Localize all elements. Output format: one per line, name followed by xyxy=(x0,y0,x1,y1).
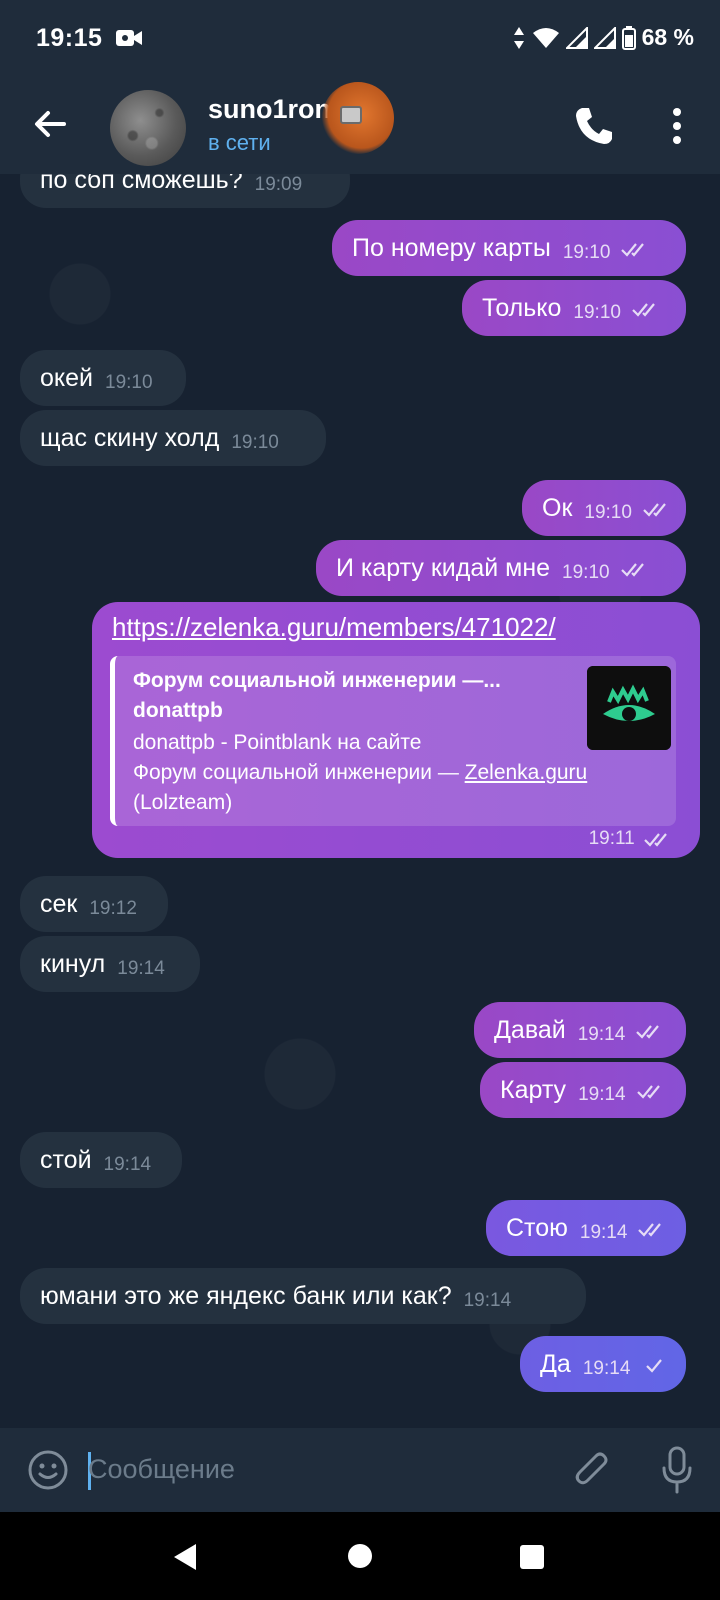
microphone-icon[interactable] xyxy=(660,1446,694,1494)
double-check-icon xyxy=(643,503,666,518)
message-incoming[interactable]: по сбп сможешь? 19:09 xyxy=(20,174,350,208)
data-arrows-icon xyxy=(513,26,524,49)
message-incoming[interactable]: кинул 19:14 xyxy=(20,936,200,992)
signal-icon-2 xyxy=(593,26,616,49)
message-outgoing-link[interactable]: https://zelenka.guru/members/471022/ Фор… xyxy=(92,602,700,858)
signal-icon xyxy=(565,26,588,49)
link-url[interactable]: https://zelenka.guru/members/471022/ xyxy=(112,612,556,643)
message-composer: Сообщение xyxy=(0,1428,720,1512)
video-camera-icon xyxy=(116,30,142,46)
back-arrow-icon[interactable] xyxy=(26,100,74,148)
battery-icon xyxy=(621,25,636,50)
system-navigation-bar xyxy=(0,1512,720,1600)
double-check-icon xyxy=(632,303,655,318)
chat-header: suno1ron в сети xyxy=(0,78,720,174)
status-bar: 19:15 68 % xyxy=(0,0,720,78)
status-time: 19:15 xyxy=(36,24,103,52)
telegram-chat-screen: 19:15 68 % suno1ron в сети по сбп сможеш… xyxy=(0,0,720,1600)
message-outgoing[interactable]: Только 19:10 xyxy=(462,280,686,336)
nav-recents-icon[interactable] xyxy=(520,1545,544,1569)
status-icons: 68 % xyxy=(512,24,694,51)
message-incoming[interactable]: юмани это же яндекс банк или как? 19:14 xyxy=(20,1268,586,1324)
message-outgoing[interactable]: Ок 19:10 xyxy=(522,480,686,536)
double-check-icon xyxy=(620,563,644,578)
message-incoming[interactable]: окей 19:10 xyxy=(20,350,186,406)
eye-logo-icon xyxy=(587,666,671,750)
emoji-status-icon xyxy=(322,82,394,154)
nav-back-icon[interactable] xyxy=(172,1542,202,1572)
phone-icon[interactable] xyxy=(572,104,616,148)
message-incoming[interactable]: стой 19:14 xyxy=(20,1132,182,1188)
message-incoming[interactable]: щас скину холд 19:10 xyxy=(20,410,326,466)
contact-name[interactable]: suno1ron xyxy=(208,94,331,125)
wifi-icon xyxy=(532,27,559,48)
message-outgoing[interactable]: Да 19:14 xyxy=(520,1336,686,1392)
link-preview-title: Форум социальной инженерии —... donattpb xyxy=(133,669,501,722)
nav-home-icon[interactable] xyxy=(348,1544,372,1568)
message-outgoing[interactable]: Давай 19:14 xyxy=(474,1002,686,1058)
message-list[interactable]: по сбп сможешь? 19:09 По номеру карты 19:1… xyxy=(0,174,720,1428)
message-outgoing[interactable]: По номеру карты 19:10 xyxy=(332,220,686,276)
double-check-icon xyxy=(636,1025,660,1040)
single-check-icon xyxy=(646,1359,663,1374)
preview-site-link[interactable]: Zelenka.guru xyxy=(465,761,588,784)
battery-percent: 68 % xyxy=(641,24,694,50)
link-preview[interactable]: Форум социальной инженерии —... donattpb… xyxy=(110,656,676,826)
double-check-icon xyxy=(621,243,645,258)
emoji-icon[interactable] xyxy=(26,1448,70,1492)
double-check-icon xyxy=(636,1085,660,1100)
link-message-time: 19:11 xyxy=(589,828,672,850)
message-incoming[interactable]: сек 19:12 xyxy=(20,876,168,932)
online-status: в сети xyxy=(208,130,271,155)
double-check-icon xyxy=(638,1223,662,1238)
avatar[interactable] xyxy=(110,90,186,166)
double-check-icon xyxy=(644,833,667,847)
message-outgoing[interactable]: И карту кидай мне 19:10 xyxy=(316,540,686,596)
paperclip-icon[interactable] xyxy=(572,1448,612,1492)
more-vertical-icon[interactable] xyxy=(660,104,694,148)
message-outgoing[interactable]: Карту 19:14 xyxy=(480,1062,686,1118)
message-input[interactable]: Сообщение xyxy=(88,1454,235,1485)
message-outgoing[interactable]: Стою 19:14 xyxy=(486,1200,686,1256)
